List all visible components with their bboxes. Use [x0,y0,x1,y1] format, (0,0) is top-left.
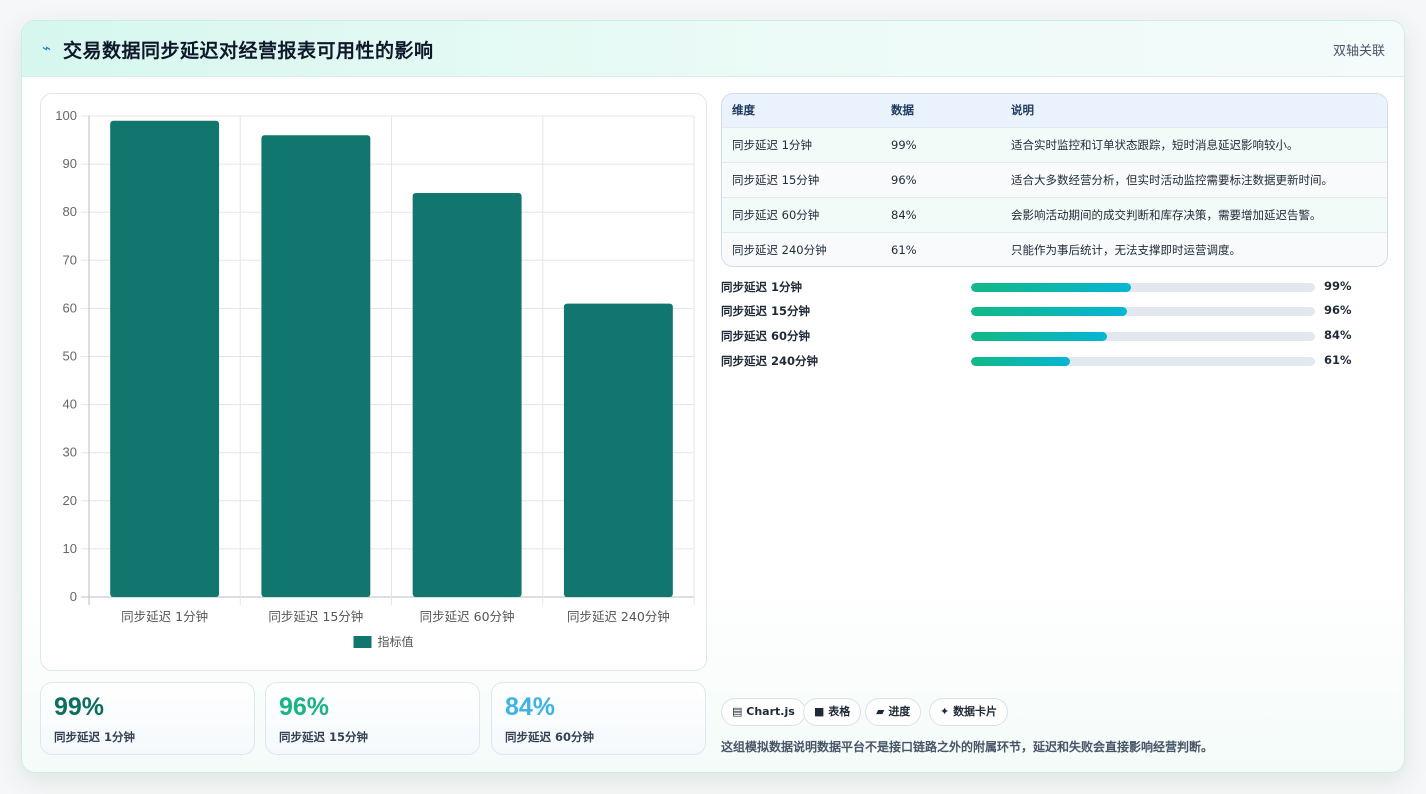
progress-value: 61% [1324,353,1352,367]
table-cell: 只能作为事后统计，无法支撑即时运营调度。 [1011,242,1241,257]
progress-label: 同步延迟 60分钟 [721,329,811,343]
bar[interactable] [412,192,522,597]
column-header: 说明 [1011,103,1034,118]
y-tick-label: 70 [63,252,77,267]
table-cell: 99% [891,137,917,152]
progress-fill [971,283,1131,292]
bolt-icon: ⌁ [42,39,52,57]
y-tick-label: 40 [63,397,77,412]
progress-label: 同步延迟 1分钟 [721,280,803,294]
progress-fill [971,357,1071,366]
column-header: 数据 [891,103,914,118]
table-icon: ■ [814,705,825,718]
bar-chart: 0 10 20 30 40 50 60 70 80 90 100 同步延迟 1分钟 同步延迟 15分钟 同… [55,108,695,649]
column-header: 维度 [732,103,755,118]
y-tick-label: 10 [63,541,77,556]
y-tick-label: 50 [63,349,77,364]
stat-card-3: 84% 同步延迟 60分钟 [491,682,706,755]
chip-table[interactable]: ■ 表格 [803,698,862,726]
table-cell: 84% [891,207,917,222]
stat-card-1: 99% 同步延迟 1分钟 [40,682,255,755]
chip-label: 数据卡片 [953,705,998,718]
chip-progress[interactable]: ▰ 进度 [865,698,922,726]
table-cell: 适合实时监控和订单状态跟踪，短时消息延迟影响较小。 [1011,137,1299,152]
dashboard-card: ⌁ 交易数据同步延迟对经营报表可用性的影响 双轴关联 0 10 20 30 40 50 60… [21,20,1405,773]
stat-value: 99% [54,693,105,721]
progress-fill [971,307,1127,316]
progress-icon: ▰ [876,705,885,718]
progress-value: 99% [1324,279,1352,293]
bar[interactable] [261,135,371,598]
stat-card-2: 96% 同步延迟 15分钟 [265,682,480,755]
stat-label: 同步延迟 15分钟 [279,730,369,744]
chip-label: Chart.js [746,705,795,718]
y-tick-label: 30 [63,445,77,460]
bar[interactable] [110,120,220,597]
bar[interactable] [563,303,673,597]
data-table-panel: 维度 数据 说明 同步延迟 1分钟 99% 适合实时监控和订单状态跟踪，短时消息… [721,93,1388,267]
table-cell: 同步延迟 240分钟 [732,242,827,257]
y-tick-label: 90 [63,156,77,171]
chart-icon: ▤ [732,705,743,718]
x-tick-label: 同步延迟 15分钟 [268,609,363,624]
table-cell: 同步延迟 1分钟 [732,137,812,152]
y-tick-label: 60 [63,300,77,315]
y-tick-label: 100 [55,108,77,123]
stat-value: 84% [505,693,556,721]
table-cell: 会影响活动期间的成交判断和库存决策，需要增加延迟告警。 [1011,207,1322,222]
footnote: 这组模拟数据说明数据平台不是接口链路之外的附属环节，延迟和失败会直接影响经营判断… [721,740,1214,754]
x-tick-label: 同步延迟 240分钟 [567,609,670,624]
header-tag[interactable]: 双轴关联 [1333,40,1385,59]
sparkle-icon: ✦ [940,705,950,718]
progress-label: 同步延迟 15分钟 [721,304,811,318]
progress-row: 同步延迟 240分钟 61% [721,351,1361,371]
page-title: 交易数据同步延迟对经营报表可用性的影响 [63,40,434,62]
progress-track [971,332,1315,341]
progress-row: 同步延迟 1分钟 99% [721,277,1361,297]
progress-track [971,283,1315,292]
progress-track [971,357,1315,366]
chip-data-card[interactable]: ✦ 数据卡片 [929,698,1009,726]
table-cell: 同步延迟 15分钟 [732,172,820,187]
stat-label: 同步延迟 60分钟 [505,730,595,744]
table-row: 同步延迟 15分钟 96% 适合大多数经营分析，但实时活动监控需要标注数据更新时… [722,162,1387,197]
progress-label: 同步延迟 240分钟 [721,354,819,368]
chip-label: 表格 [828,705,851,718]
legend-swatch[interactable] [353,636,372,648]
bar-chart-panel: 0 10 20 30 40 50 60 70 80 90 100 同步延迟 1分钟 同步延迟 15分钟 同… [40,93,707,671]
table-cell: 同步延迟 60分钟 [732,207,820,222]
table-row: 同步延迟 240分钟 61% 只能作为事后统计，无法支撑即时运营调度。 [722,232,1387,266]
table-cell: 96% [891,172,917,187]
chip-chartjs[interactable]: ▤ Chart.js [721,698,806,726]
progress-row: 同步延迟 15分钟 96% [721,301,1361,321]
table-cell: 61% [891,242,917,257]
table-row: 同步延迟 60分钟 84% 会影响活动期间的成交判断和库存决策，需要增加延迟告警… [722,197,1387,232]
stat-value: 96% [279,693,330,721]
table-cell: 适合大多数经营分析，但实时活动监控需要标注数据更新时间。 [1011,172,1333,187]
progress-row: 同步延迟 60分钟 84% [721,326,1361,346]
chip-label: 进度 [888,705,911,718]
card-header: ⌁ 交易数据同步延迟对经营报表可用性的影响 双轴关联 [22,21,1404,77]
y-tick-label: 20 [63,493,77,508]
legend-label: 指标值 [378,634,414,649]
progress-fill [971,332,1107,341]
progress-value: 84% [1324,328,1352,342]
y-tick-label: 80 [63,204,77,219]
data-table: 维度 数据 说明 同步延迟 1分钟 99% 适合实时监控和订单状态跟踪，短时消息… [722,94,1387,266]
progress-track [971,307,1315,316]
x-tick-label: 同步延迟 1分钟 [121,609,208,624]
x-tick-label: 同步延迟 60分钟 [420,609,515,624]
table-row: 同步延迟 1分钟 99% 适合实时监控和订单状态跟踪，短时消息延迟影响较小。 [722,127,1387,162]
y-tick-label: 0 [70,589,77,604]
stat-label: 同步延迟 1分钟 [54,730,136,744]
table-header-row: 维度 数据 说明 [722,94,1387,127]
progress-value: 96% [1324,303,1352,317]
